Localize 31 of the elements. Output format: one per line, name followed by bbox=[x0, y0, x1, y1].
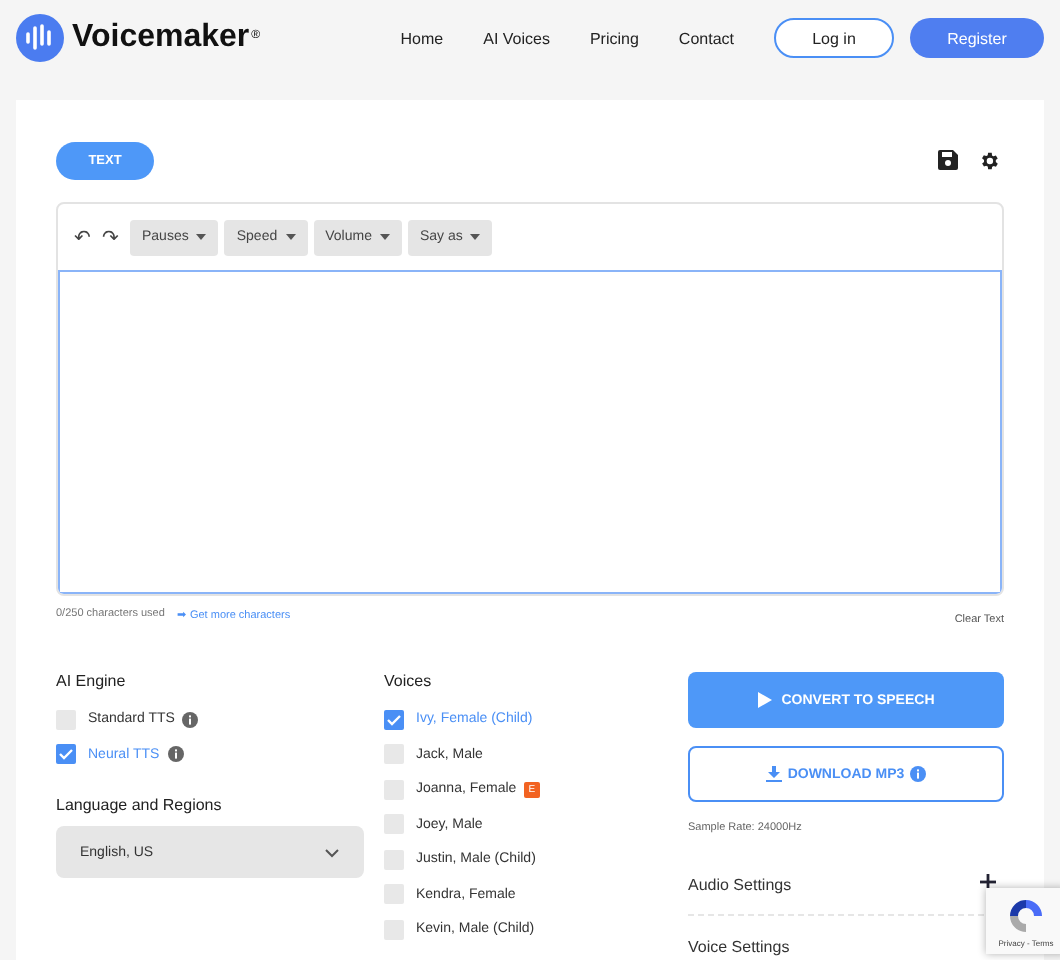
nav-link[interactable]: Home bbox=[400, 29, 444, 47]
caret-icon bbox=[470, 234, 481, 240]
info-icon bbox=[910, 766, 927, 782]
logo-icon bbox=[16, 14, 64, 62]
undo-icon[interactable]: ↶ bbox=[74, 225, 90, 249]
checkbox[interactable] bbox=[56, 744, 76, 765]
caret-icon bbox=[196, 234, 207, 240]
nav-link[interactable]: Pricing bbox=[589, 29, 639, 47]
accordion-header[interactable]: Audio Settings bbox=[688, 875, 792, 893]
section-title: Language and Regions bbox=[56, 796, 224, 814]
checkbox[interactable] bbox=[384, 709, 404, 730]
register-button[interactable]: Register bbox=[910, 18, 1044, 58]
text-input[interactable] bbox=[58, 270, 1002, 594]
chevron-icon bbox=[324, 847, 340, 857]
save-icon[interactable] bbox=[938, 150, 958, 170]
redo-icon[interactable]: ↷ bbox=[102, 225, 118, 249]
download-icon bbox=[765, 766, 782, 782]
caret-icon bbox=[379, 234, 390, 240]
login-button[interactable]: Log in bbox=[774, 18, 894, 58]
logo-text: Voicemaker bbox=[72, 20, 250, 56]
nav-link[interactable]: Contact bbox=[678, 29, 734, 47]
caret-icon bbox=[285, 234, 296, 240]
play-icon bbox=[757, 692, 772, 708]
info-icon[interactable] bbox=[182, 711, 199, 728]
section-title: AI Engine bbox=[56, 672, 128, 690]
nav-link[interactable]: AI Voices bbox=[483, 29, 550, 47]
registered-mark: ® bbox=[251, 30, 261, 42]
settings-icon[interactable] bbox=[978, 149, 1000, 171]
info-icon[interactable] bbox=[167, 746, 184, 763]
section-title: Voices bbox=[384, 672, 434, 690]
accordion-header[interactable]: Voice Settings bbox=[688, 937, 790, 955]
